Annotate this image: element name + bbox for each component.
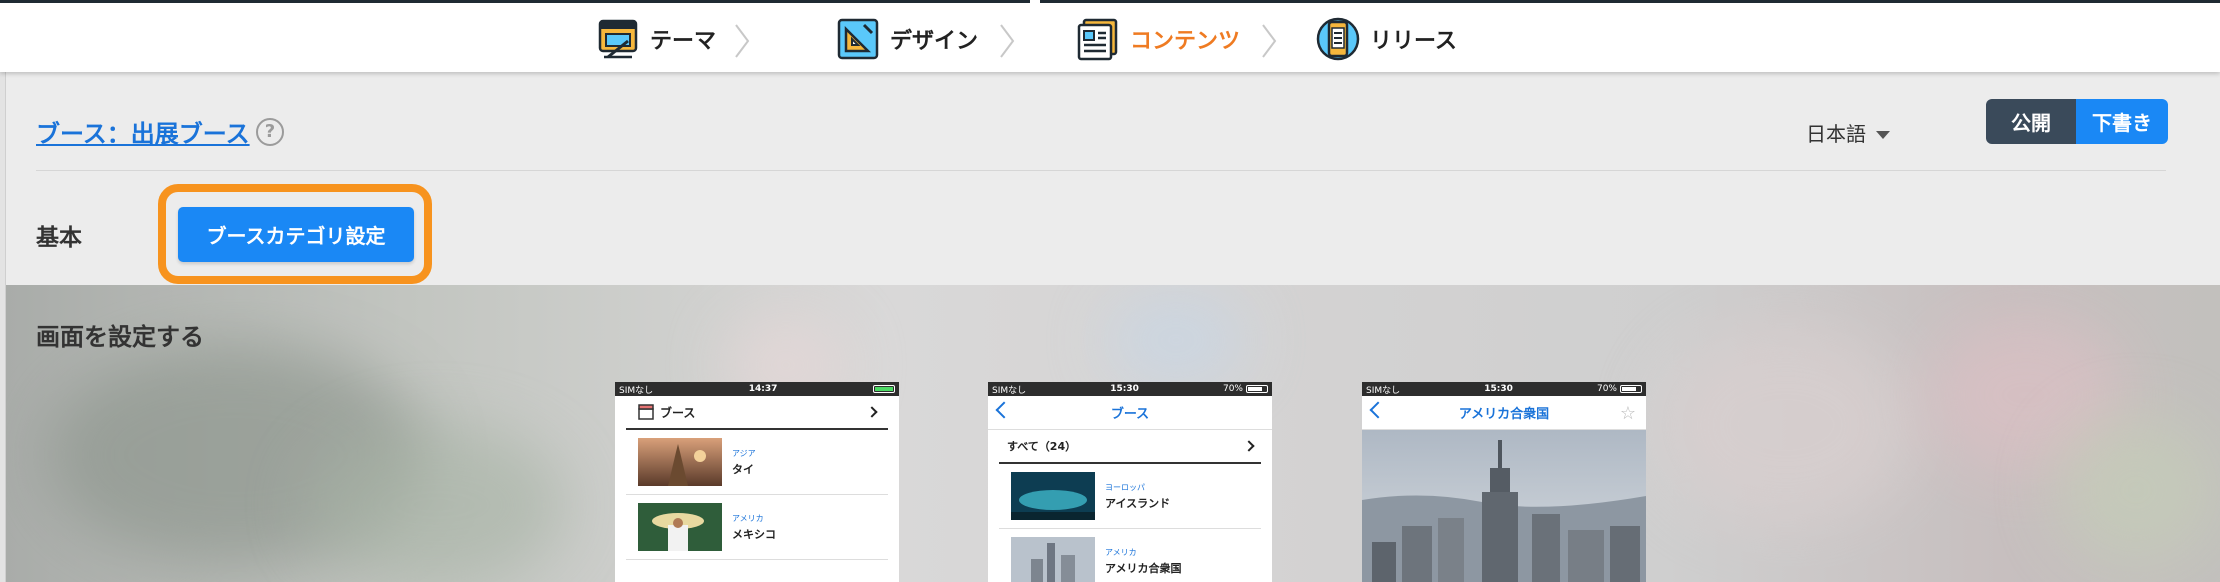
- back-icon[interactable]: [995, 401, 1013, 419]
- booth-header-title: ブース: [660, 405, 696, 420]
- nav-title: ブース: [1110, 407, 1150, 422]
- chevron-right-icon: [866, 406, 878, 418]
- item-name: アイスランド: [1105, 496, 1171, 510]
- item-tag: ヨーロッパ: [1105, 482, 1145, 492]
- phone-screen-booth-list[interactable]: SIMなし 14:37 ブース アジア タイ アメリカ メキシコ: [615, 382, 899, 582]
- step-theme[interactable]: テーマ: [596, 17, 716, 61]
- carrier-text: SIMなし: [992, 385, 1027, 396]
- step-design-label: デザイン: [890, 29, 979, 54]
- blur-blob: [306, 425, 566, 582]
- mexico-thumbnail: [638, 503, 722, 551]
- language-value: 日本語: [1806, 122, 1866, 146]
- item-name: メキシコ: [732, 527, 776, 541]
- carrier-text: SIMなし: [1366, 385, 1401, 396]
- blur-blob: [2056, 415, 2216, 565]
- contents-icon: [1077, 18, 1118, 61]
- booth-category-settings-button[interactable]: ブースカテゴリ設定: [178, 207, 414, 262]
- all-label: すべて（24）: [1007, 440, 1077, 453]
- list-item[interactable]: ヨーロッパ アイスランド: [999, 464, 1261, 529]
- step-contents[interactable]: コンテンツ: [1076, 17, 1240, 61]
- blur-blob: [1656, 325, 1916, 525]
- item-tag: アジア: [732, 448, 756, 458]
- battery-icon: [872, 385, 895, 393]
- step-release-label: リリース: [1370, 29, 1457, 54]
- nav-gap: [1030, 0, 1040, 3]
- item-tag: アメリカ: [1105, 547, 1137, 557]
- booth-header: ブース: [626, 396, 888, 430]
- draft-button[interactable]: 下書き: [2076, 99, 2168, 144]
- nav-title: アメリカ合衆国: [1458, 407, 1550, 422]
- carrier-text: SIMなし: [619, 385, 654, 396]
- time-text: 15:30: [1484, 384, 1513, 394]
- new-york-skyline-image: [1362, 430, 1646, 582]
- step-theme-label: テーマ: [650, 29, 717, 54]
- status-bar: SIMなし 15:30 70%: [1362, 382, 1646, 396]
- chevron-right-icon: [1243, 440, 1255, 452]
- time-text: 15:30: [1110, 384, 1139, 394]
- step-contents-label: コンテンツ: [1130, 29, 1241, 54]
- step-navigation: テーマ デザイン コンテンツ リリース: [0, 0, 2220, 72]
- step-release[interactable]: リリース: [1316, 17, 1457, 61]
- item-name: タイ: [732, 462, 754, 476]
- caret-down-icon: [1876, 130, 1890, 139]
- time-text: 14:37: [748, 384, 778, 394]
- usa-thumbnail: [1011, 537, 1095, 582]
- step-design[interactable]: デザイン: [836, 17, 978, 61]
- nav-bar: ブース: [988, 396, 1272, 430]
- header-divider: [36, 170, 2166, 171]
- phone-screen-booth-detail[interactable]: SIMなし 15:30 70% アメリカ合衆国 ☆: [1362, 382, 1646, 582]
- design-icon: [837, 18, 879, 60]
- phone-screen-booth-category[interactable]: SIMなし 15:30 70% ブース すべて（24） ヨーロッパ アイスランド: [988, 382, 1272, 582]
- blur-blob: [1106, 295, 1246, 385]
- item-tag: アメリカ: [732, 513, 764, 523]
- battery-icon: [1246, 385, 1268, 393]
- chevron-right-icon: [735, 24, 750, 58]
- battery-icon: [1620, 385, 1642, 393]
- publish-button[interactable]: 公開: [1986, 99, 2076, 144]
- list-item[interactable]: アメリカ メキシコ: [626, 495, 888, 560]
- battery-percent: 70%: [1596, 384, 1617, 394]
- status-bar: SIMなし 14:37: [615, 382, 899, 396]
- item-name: アメリカ合衆国: [1105, 561, 1182, 575]
- all-filter-row[interactable]: すべて（24）: [999, 430, 1261, 464]
- chevron-right-icon: [1262, 24, 1277, 58]
- iceland-thumbnail: [1011, 472, 1095, 520]
- back-icon[interactable]: [1369, 401, 1387, 419]
- list-item[interactable]: アメリカ アメリカ合衆国: [999, 529, 1261, 582]
- release-icon: [1316, 17, 1360, 61]
- language-select[interactable]: 日本語: [1806, 118, 1890, 147]
- publish-draft-toggle: 公開 下書き: [1986, 99, 2168, 144]
- star-icon[interactable]: ☆: [1620, 403, 1636, 424]
- status-bar: SIMなし 15:30 70%: [988, 382, 1272, 396]
- list-item[interactable]: アジア タイ: [626, 430, 888, 495]
- thailand-thumbnail: [638, 438, 722, 486]
- chevron-right-icon: [1000, 24, 1015, 58]
- battery-percent: 70%: [1222, 384, 1243, 394]
- screens-title: 画面を設定する: [36, 323, 204, 351]
- booth-icon: [638, 404, 654, 420]
- nav-bar: アメリカ合衆国 ☆: [1362, 396, 1646, 430]
- theme-icon: [598, 19, 638, 59]
- page-title-link[interactable]: ブース：出展ブース: [36, 114, 250, 149]
- basic-section-label: 基本: [36, 225, 82, 251]
- help-icon[interactable]: ?: [256, 118, 284, 146]
